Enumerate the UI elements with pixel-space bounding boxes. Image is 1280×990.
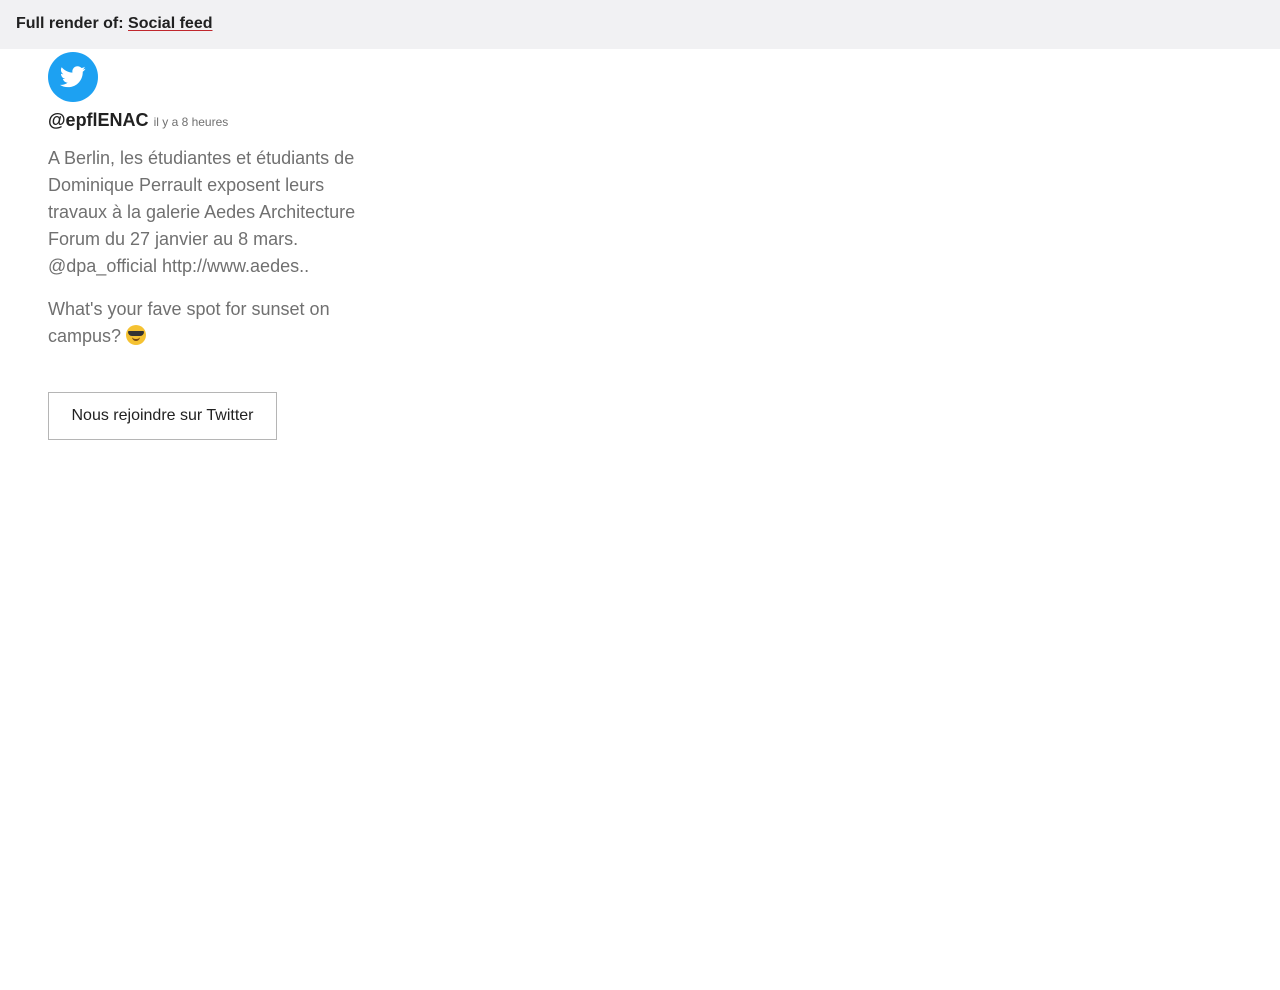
tweet-text: What's your fave spot for sunset on camp…	[48, 296, 368, 350]
tweet-text-content: A Berlin, les étudiantes et étudiants de…	[48, 148, 356, 276]
tweet-handle[interactable]: @epflENAC	[48, 110, 149, 131]
tweet-time: il y a 8 heures	[153, 115, 229, 129]
twitter-icon[interactable]	[48, 52, 98, 102]
social-feed-link[interactable]: Social feed	[128, 15, 212, 32]
tweet-text: A Berlin, les étudiantes et étudiants de…	[48, 145, 368, 280]
join-twitter-button[interactable]: Nous rejoindre sur Twitter	[48, 392, 277, 440]
smiling-face-with-sunglasses-icon	[126, 325, 147, 345]
social-feed: @epflENAC il y a 8 heures A Berlin, les …	[48, 52, 368, 440]
render-header-prefix: Full render of:	[16, 15, 124, 32]
render-header: Full render of: Social feed	[0, 0, 1280, 49]
tweet-meta: @epflENAC il y a 8 heures	[48, 110, 368, 131]
twitter-bird-icon	[60, 66, 86, 88]
tweet-text-content: What's your fave spot for sunset on camp…	[48, 299, 330, 346]
